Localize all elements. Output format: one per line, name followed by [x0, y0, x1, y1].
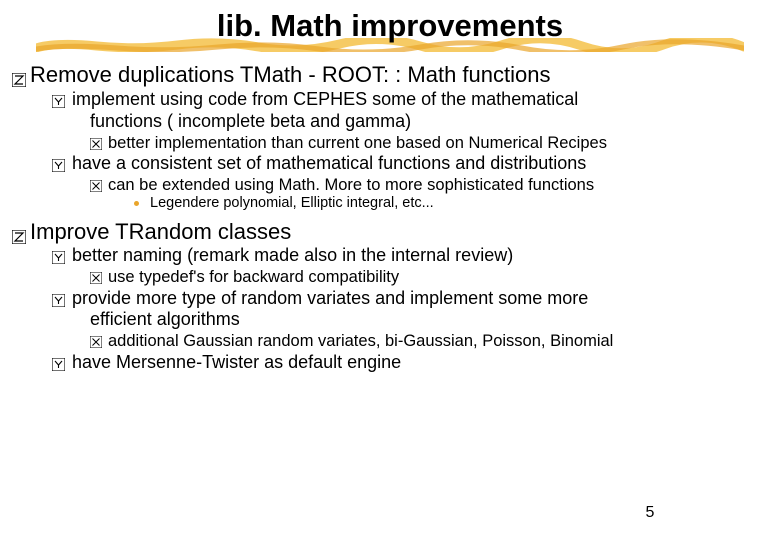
text: Improve TRandom classes	[30, 219, 291, 244]
page-number: 5	[0, 504, 780, 522]
bullet-level3: use typedef's for backward compatibility	[4, 267, 776, 287]
square-x-icon	[90, 269, 102, 289]
bullet-level3: better implementation than current one b…	[4, 133, 776, 153]
text: implement using code from CEPHES some of…	[72, 89, 578, 109]
square-y-icon	[52, 355, 65, 377]
text: have Mersenne-Twister as default engine	[72, 352, 401, 372]
text: Remove duplications TMath - ROOT: : Math…	[30, 62, 550, 87]
text: better naming (remark made also in the i…	[72, 245, 513, 265]
slide-content: Remove duplications TMath - ROOT: : Math…	[0, 50, 780, 374]
bullet-level3: additional Gaussian random variates, bi-…	[4, 331, 776, 351]
bullet-level4: Legendere polynomial, Elliptic integral,…	[4, 195, 776, 213]
bullet-level3: can be extended using Math. More to more…	[4, 175, 776, 195]
bullet-level2: have a consistent set of mathematical fu…	[4, 153, 776, 175]
bullet-level2: better naming (remark made also in the i…	[4, 245, 776, 267]
square-x-icon	[90, 135, 102, 155]
bullet-level2: implement using code from CEPHES some of…	[4, 89, 776, 111]
bullet-level2: have Mersenne-Twister as default engine	[4, 352, 776, 374]
text-continuation: functions ( incomplete beta and gamma)	[4, 111, 776, 133]
text: have a consistent set of mathematical fu…	[72, 153, 586, 173]
text: Legendere polynomial, Elliptic integral,…	[150, 195, 434, 211]
square-y-icon	[52, 291, 65, 313]
text: use typedef's for backward compatibility	[108, 268, 399, 286]
title-area: lib. Math improvements	[0, 0, 780, 50]
square-y-icon	[52, 92, 65, 114]
slide-title: lib. Math improvements	[0, 8, 780, 44]
text-continuation: efficient algorithms	[4, 309, 776, 331]
text: provide more type of random variates and…	[72, 288, 588, 308]
text: additional Gaussian random variates, bi-…	[108, 332, 613, 350]
text: better implementation than current one b…	[108, 134, 607, 152]
bullet-level2: provide more type of random variates and…	[4, 288, 776, 310]
square-x-icon	[90, 177, 102, 197]
dot-icon	[134, 201, 139, 206]
bullet-level1: Improve TRandom classes	[4, 219, 776, 246]
text: can be extended using Math. More to more…	[108, 176, 594, 194]
square-x-icon	[90, 333, 102, 353]
bullet-level1: Remove duplications TMath - ROOT: : Math…	[4, 62, 776, 89]
